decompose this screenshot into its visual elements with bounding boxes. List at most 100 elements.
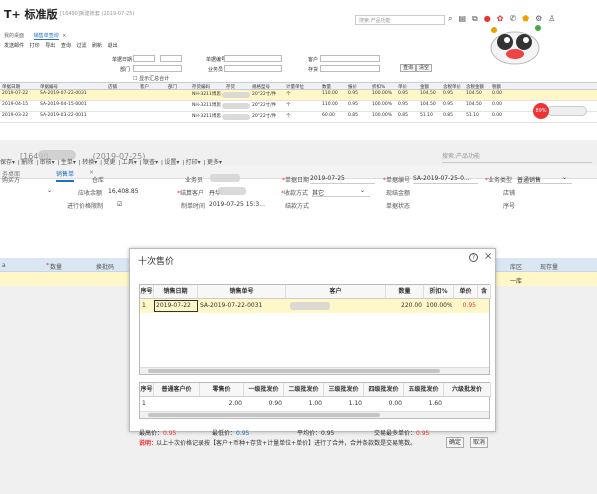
price-level-col-6[interactable]: 四级批发价 — [364, 383, 404, 397]
price-level-scrollbar[interactable] — [140, 411, 489, 418]
menu-exit[interactable]: 退出 — [108, 43, 118, 49]
cust-input[interactable] — [320, 55, 380, 62]
menu-send-mail[interactable]: 发送邮件 — [4, 43, 24, 49]
price-limit-checkbox[interactable]: ☑ — [117, 201, 122, 208]
search-input[interactable]: 搜索:产品功能 — [355, 15, 445, 25]
help-icon[interactable]: ? — [469, 253, 478, 262]
convert-button[interactable]: 转换▾ — [82, 159, 97, 166]
settings-button[interactable]: 设置▾ — [164, 159, 179, 166]
delete-button[interactable]: 删除 — [21, 159, 33, 166]
history-scroll-thumb[interactable] — [148, 369, 440, 373]
menu-filter[interactable]: 过滤 — [76, 43, 86, 49]
change-button[interactable]: 变更 — [103, 159, 115, 166]
mascot-illustration — [490, 25, 541, 65]
table-cell: 51.10 — [466, 113, 479, 118]
table-cell: 0.85 — [443, 113, 454, 118]
date-from-input[interactable] — [133, 55, 155, 62]
doc-no-value[interactable]: SA-2019-07-25-0... — [413, 175, 470, 182]
table-cell: 0.95 — [348, 102, 359, 107]
history-col-2[interactable]: 销售单号 — [198, 285, 286, 299]
chevron-down-icon[interactable]: ⌄ — [47, 187, 52, 194]
min-price-value: 0.95 — [236, 430, 250, 437]
history-cell-2: SA-2019-07-22-0031 — [200, 302, 263, 309]
dept-filter-label: 部门 — [120, 67, 131, 73]
print-button[interactable]: 打印▾ — [186, 159, 201, 166]
grid-left-edge: a — [2, 262, 6, 269]
close-icon[interactable]: × — [484, 251, 492, 262]
max-price: 最高价：0.95 — [139, 428, 176, 437]
table-row[interactable]: 2019-04-15 SA-2019-04-15-0001 NH-3211博思 20°… — [0, 101, 597, 112]
tab-sales-order[interactable]: 销售单 — [56, 169, 75, 182]
menu-query[interactable]: 查询 — [61, 43, 71, 49]
price-level-col-1[interactable]: 普通客户价 — [154, 383, 200, 397]
stock-input[interactable] — [320, 65, 380, 72]
linked-query-button[interactable]: 联查▾ — [143, 159, 158, 166]
create-time-label: 制单时间 — [181, 203, 206, 210]
price-level-col-8[interactable]: 六级批发价 — [444, 383, 491, 397]
date-filter-label: 单据日期 — [112, 57, 133, 63]
ok-button[interactable]: 确定 — [446, 437, 464, 448]
doc-date-value[interactable]: 2019-07-25 — [310, 175, 345, 182]
menu-export[interactable]: 导出 — [45, 43, 55, 49]
col-qty[interactable]: 数量 — [50, 262, 62, 271]
more-button[interactable]: 更多▾ — [207, 159, 222, 166]
close-tab-icon[interactable]: × — [62, 33, 66, 39]
table-cell: 0.95 — [443, 102, 454, 107]
history-col-7[interactable]: 含 — [478, 285, 491, 299]
user-icon[interactable]: ♙ — [548, 14, 561, 23]
history-row-selected[interactable]: 1 2019-07-22 SA-2019-07-22-0031 220.00 100.0… — [140, 299, 489, 313]
payment-chevron-icon[interactable]: ⌄ — [360, 187, 365, 194]
mode-price-value: 0.95 — [416, 430, 430, 437]
history-col-3[interactable]: 客户 — [286, 285, 386, 299]
sales-grid-body: 2019-07-22 SA-2019-07-22-0031 NH-3211博思 20°… — [0, 90, 597, 123]
save-button[interactable]: 保存▾ — [0, 159, 15, 166]
summary-checkbox[interactable]: ☐ 显示汇总合计 — [133, 75, 169, 82]
menu-print[interactable]: 打印 — [30, 43, 40, 49]
tab-desktop[interactable]: 我的桌面 — [4, 33, 24, 39]
audit-button[interactable]: 审核▾ — [40, 159, 55, 166]
search-icon[interactable]: ⌕ — [448, 14, 458, 23]
biz-type-chevron-icon[interactable]: ⌄ — [562, 174, 567, 181]
cancel-button[interactable]: 取消 — [470, 437, 488, 448]
gen-doc-button[interactable]: 生单▾ — [61, 159, 76, 166]
col-zone[interactable]: 库区 — [510, 262, 522, 271]
dept-input[interactable] — [133, 65, 182, 72]
history-col-1[interactable]: 销售日期 — [154, 285, 198, 299]
menu-refresh[interactable]: 刷新 — [92, 43, 102, 49]
query-button[interactable]: 查询 — [400, 64, 417, 72]
date-to-input[interactable] — [160, 55, 182, 62]
table-row[interactable]: 2019-03-22 SA-2019-03-22-0011 NH-3211博思 20°… — [0, 112, 597, 123]
price-level-col-0[interactable]: 序号 — [140, 383, 154, 397]
history-col-0[interactable]: 序号 — [140, 285, 154, 299]
history-cell-6: 0.95 — [462, 302, 476, 309]
docno-input[interactable] — [224, 55, 282, 62]
progress-badge[interactable]: 89% — [533, 103, 549, 119]
tools-button[interactable]: 工具▾ — [122, 159, 137, 166]
biz-input[interactable] — [224, 65, 282, 72]
price-level-col-3[interactable]: 一级批发价 — [244, 383, 284, 397]
toolbar: 保存▾ | 删除 | 审核▾ | 生单▾ | 转换▾ | 变更 | 工具▾ | 联查▾ | 设置… — [0, 159, 222, 166]
price-level-col-4[interactable]: 二级批发价 — [284, 383, 324, 397]
table-cell: 104.50 — [466, 102, 482, 107]
col-batch[interactable]: 换批码 — [96, 262, 114, 271]
table-row[interactable]: 2019-07-22 SA-2019-07-22-0031 NH-3211博思 20°… — [0, 90, 597, 101]
progress-pill — [547, 106, 587, 116]
doc-no-label: 单据编号 — [383, 175, 410, 184]
table-cell: 个 — [286, 92, 291, 97]
price-level-scroll-thumb[interactable] — [148, 413, 380, 417]
price-level-col-7[interactable]: 五级批发价 — [404, 383, 444, 397]
tab-sales-query[interactable]: 销售单查询 — [33, 33, 59, 40]
history-col-6[interactable]: 单价 — [454, 285, 478, 299]
history-scrollbar[interactable] — [140, 367, 489, 374]
col-stock[interactable]: 现存量 — [540, 262, 558, 271]
price-level-col-2[interactable]: 零售价 — [200, 383, 244, 397]
biz-type-underline — [517, 183, 572, 184]
account-info: [16490]新建账套 (2019-07-25) — [60, 11, 135, 17]
clear-button[interactable]: 清空 — [416, 64, 433, 72]
product-logo: T+ 标准版 — [4, 8, 58, 21]
settle-method-label: 结款方式 — [285, 203, 310, 210]
price-level-col-5[interactable]: 三级批发价 — [324, 383, 364, 397]
history-col-4[interactable]: 数量 — [386, 285, 424, 299]
clipboard-icon[interactable]: ▤ — [458, 14, 472, 23]
history-col-5[interactable]: 折扣% — [424, 285, 454, 299]
